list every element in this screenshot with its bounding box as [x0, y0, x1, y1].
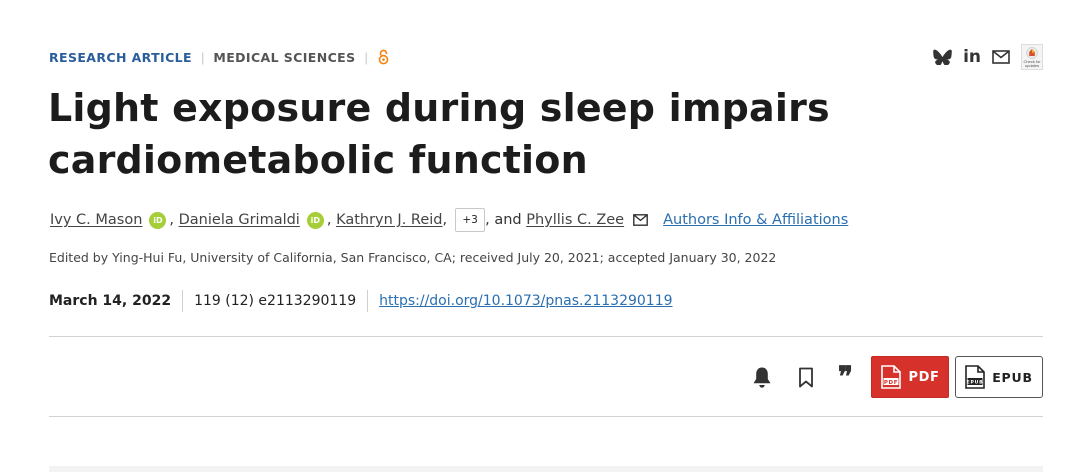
article-title: Light exposure during sleep impairs card… [48, 82, 948, 186]
editor-and-dates: Edited by Ying-Hui Fu, University of Cal… [49, 250, 777, 265]
article-header-bar: RESEARCH ARTICLE | MEDICAL SCIENCES | in [49, 44, 1043, 70]
epub-button-label: EPUB [992, 369, 1033, 385]
divider [49, 416, 1043, 417]
author-name[interactable]: Ivy C. Mason [50, 212, 142, 228]
content-panel-top [49, 466, 1043, 472]
open-access-icon [378, 49, 389, 65]
bell-icon[interactable] [752, 366, 772, 389]
author-name[interactable]: Kathryn J. Reid [336, 212, 442, 228]
article-title-line-1: Light exposure during sleep impairs [48, 86, 830, 130]
share-toolbar: in Check for updates [933, 44, 1043, 70]
citation-info: 119 (12) e2113290119 [194, 293, 357, 309]
meta-divider [182, 290, 184, 312]
more-authors-button[interactable]: +3 [455, 208, 486, 232]
article-type-label[interactable]: RESEARCH ARTICLE [49, 50, 192, 65]
epub-file-icon: EPUB [965, 365, 986, 389]
article-title-line-2: cardiometabolic function [48, 138, 588, 182]
orcid-icon[interactable]: iD [149, 211, 167, 229]
epub-file-icon-text: EPUB [967, 380, 984, 386]
author-name[interactable]: Daniela Grimaldi [179, 212, 300, 228]
bluesky-icon[interactable] [933, 49, 952, 65]
category-separator: | [200, 49, 205, 65]
publication-meta: March 14, 2022 119 (12) e2113290119 http… [49, 289, 673, 313]
category-separator: | [364, 49, 368, 65]
subject-category-label[interactable]: MEDICAL SCIENCES [213, 50, 355, 65]
author-separator: , [326, 212, 332, 228]
cite-icon[interactable]: ❞ [838, 363, 853, 391]
email-icon[interactable] [992, 50, 1010, 64]
author-separator: , [442, 212, 448, 228]
divider [49, 336, 1043, 337]
pdf-file-icon-text: PDF [883, 380, 897, 386]
author-and-text: , and [485, 212, 522, 228]
pdf-button-label: PDF [908, 369, 940, 385]
author-name[interactable]: Phyllis C. Zee [526, 212, 624, 228]
article-tools: ❞ PDF PDF EPUB EPUB [752, 356, 1043, 398]
doi-link[interactable]: https://doi.org/10.1073/pnas.2113290119 [379, 293, 672, 309]
crossmark-icon [1026, 47, 1038, 59]
orcid-icon[interactable]: iD [306, 211, 324, 229]
corresponding-author-email-icon[interactable] [633, 214, 649, 226]
check-for-updates-badge[interactable]: Check for updates [1021, 44, 1043, 70]
meta-divider [367, 290, 369, 312]
crossmark-label: Check for updates [1023, 59, 1041, 68]
authors-info-affiliations-link[interactable]: Authors Info & Affiliations [663, 212, 848, 228]
author-list: Ivy C. Mason iD , Daniela Grimaldi iD , … [50, 207, 848, 233]
pdf-file-icon: PDF [880, 365, 901, 389]
author-separator: , [169, 212, 175, 228]
linkedin-icon[interactable]: in [963, 48, 981, 66]
publication-date: March 14, 2022 [49, 293, 172, 309]
epub-button[interactable]: EPUB EPUB [955, 356, 1043, 398]
pdf-button[interactable]: PDF PDF [871, 356, 949, 398]
bookmark-icon[interactable] [798, 367, 814, 388]
